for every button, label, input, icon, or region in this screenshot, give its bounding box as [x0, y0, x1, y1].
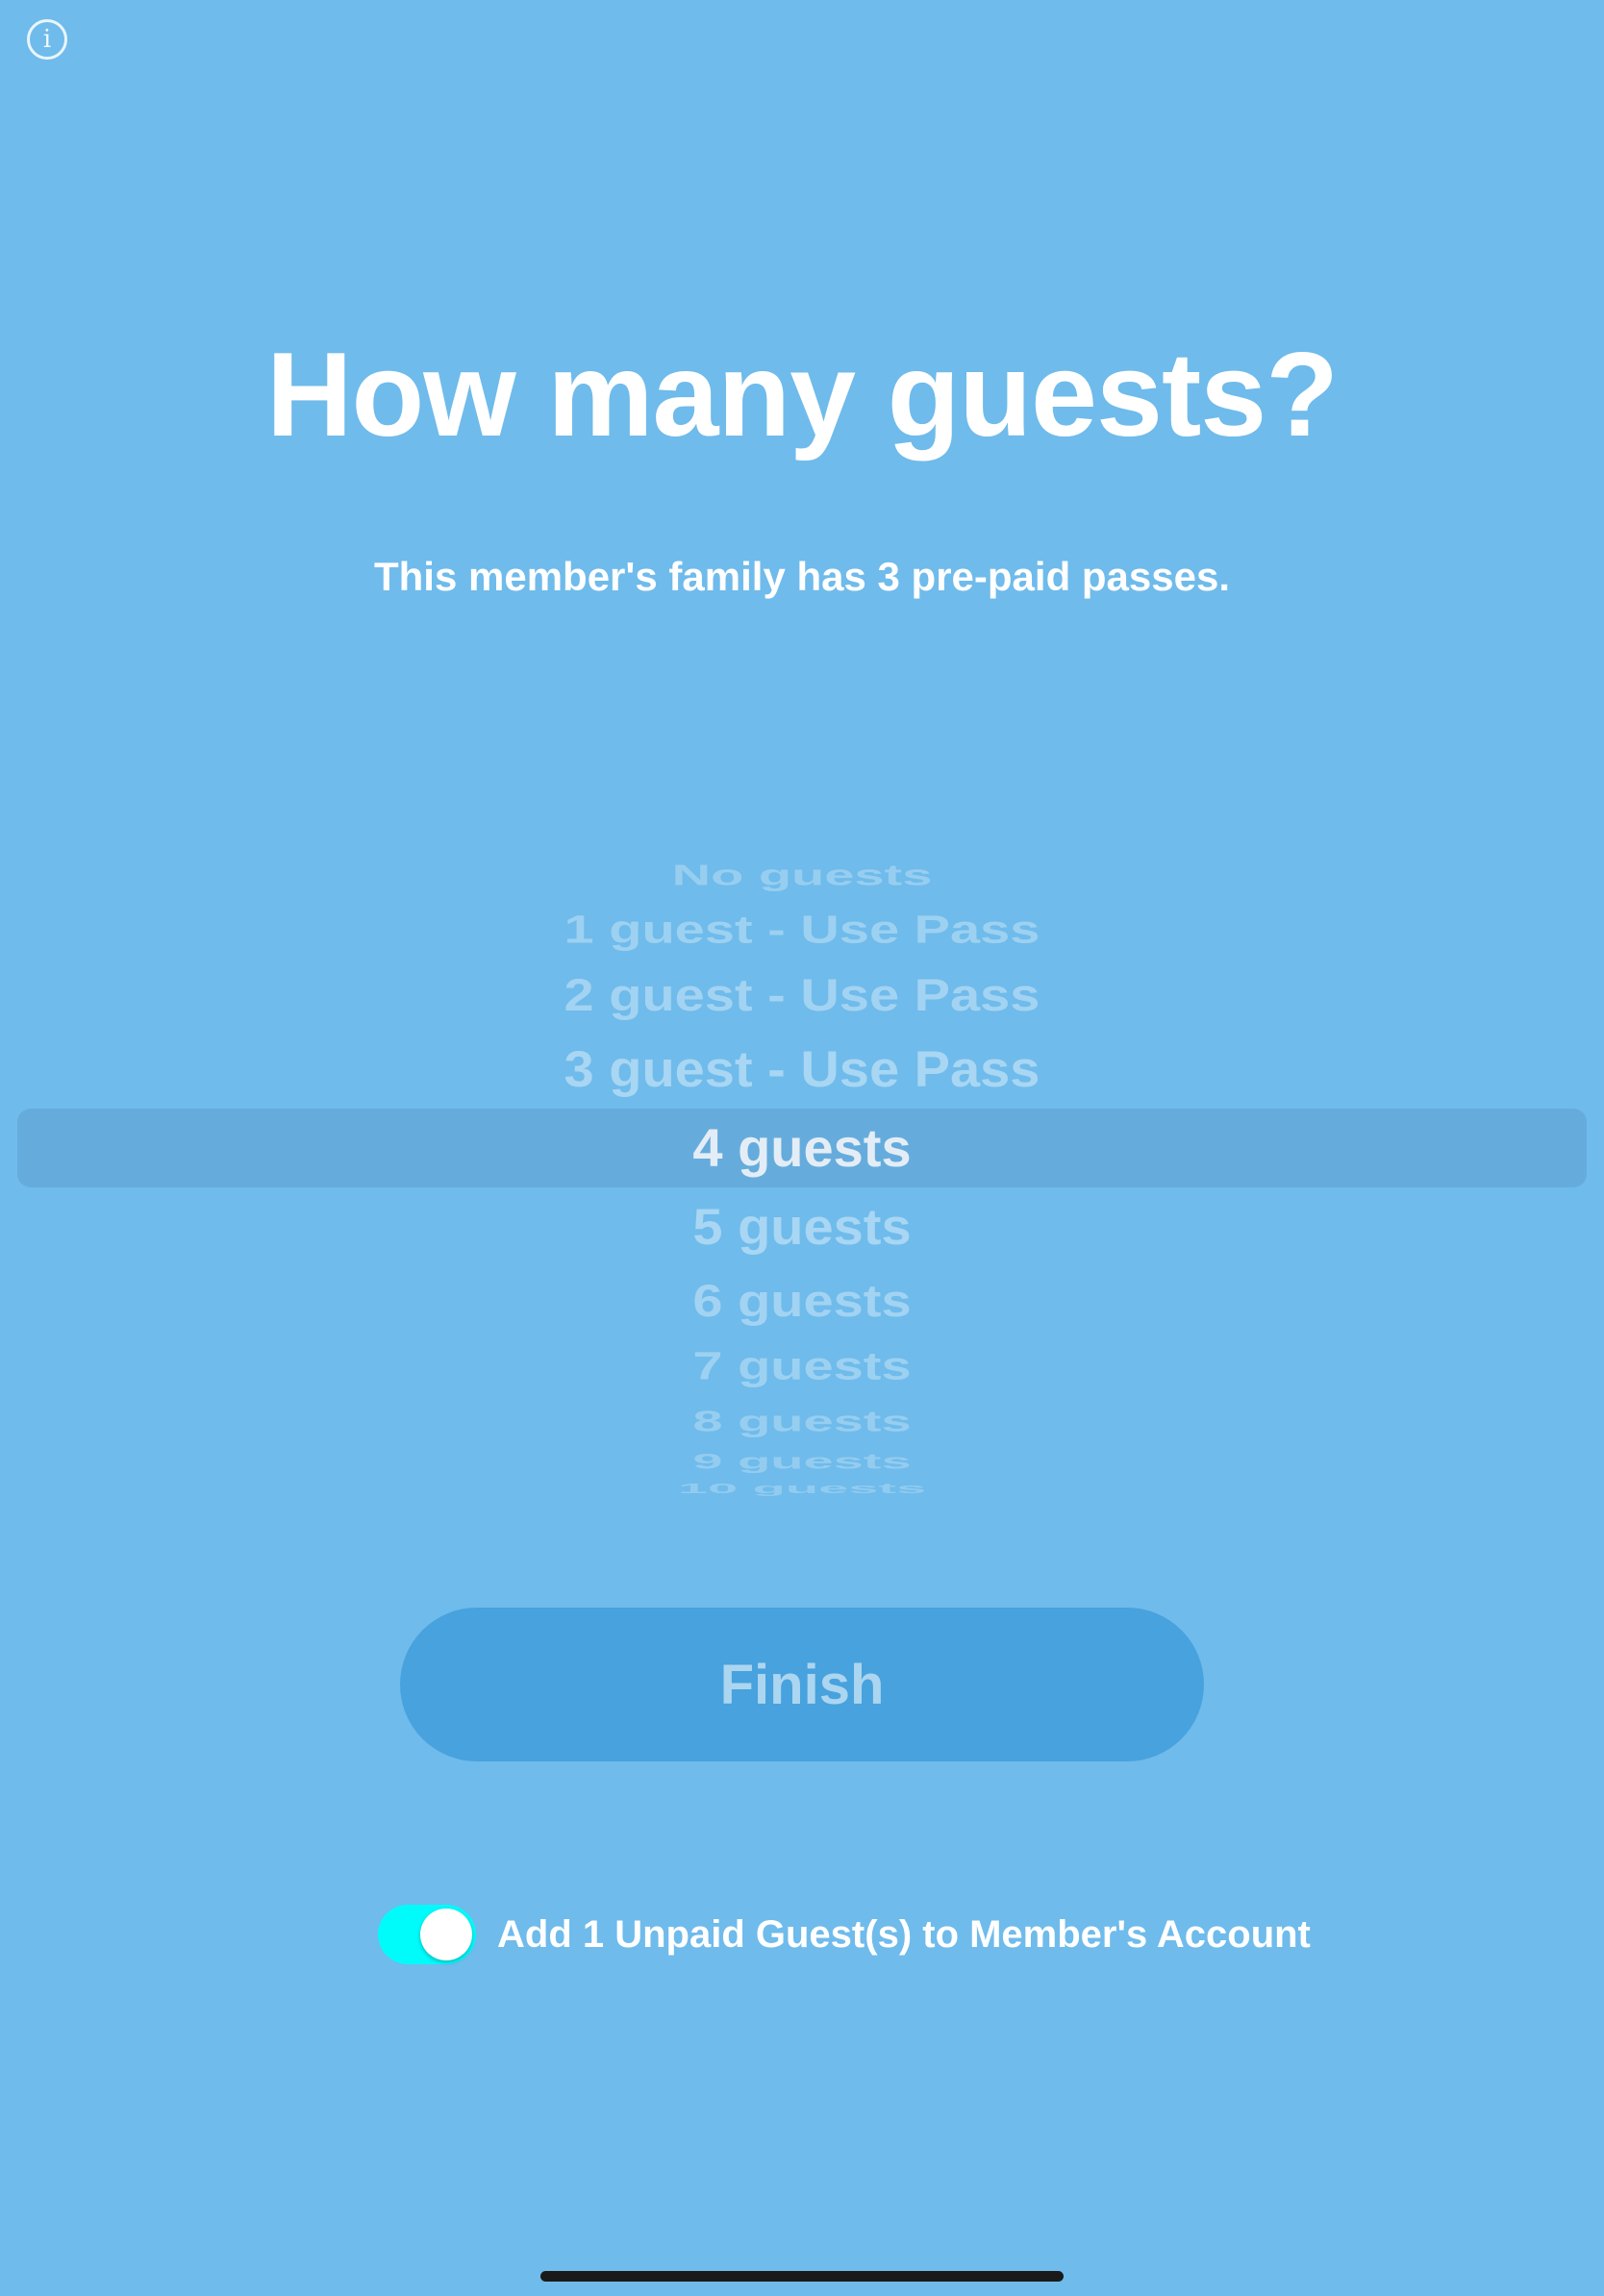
unpaid-guest-toggle-row: Add 1 Unpaid Guest(s) to Member's Accoun… — [378, 1904, 1311, 1965]
home-indicator — [540, 2271, 1064, 2282]
picker-option[interactable]: 1 guest - Use Pass — [0, 910, 1604, 949]
unpaid-guest-toggle[interactable] — [378, 1905, 476, 1964]
picker-option[interactable]: 8 guests — [0, 1406, 1604, 1436]
finish-button[interactable]: Finish — [400, 1608, 1204, 1761]
picker-option[interactable]: 5 guests — [0, 1201, 1604, 1252]
picker-option[interactable]: 9 guests — [0, 1451, 1604, 1472]
picker-option[interactable]: 7 guests — [0, 1346, 1604, 1385]
picker-option[interactable]: 3 guest - Use Pass — [0, 1043, 1604, 1094]
picker-option[interactable]: 6 guests — [0, 1278, 1604, 1324]
picker-option[interactable]: 10 guests — [0, 1482, 1604, 1496]
picker-option[interactable]: 4 guests — [0, 1121, 1604, 1175]
info-icon: i — [42, 25, 52, 54]
prepaid-passes-subtitle: This member's family has 3 pre-paid pass… — [373, 554, 1231, 599]
picker-option[interactable]: 2 guest - Use Pass — [0, 972, 1604, 1018]
info-button[interactable]: i — [27, 19, 67, 60]
toggle-knob — [420, 1909, 472, 1960]
page-title: How many guests? — [266, 329, 1339, 462]
unpaid-guest-toggle-label: Add 1 Unpaid Guest(s) to Member's Accoun… — [497, 1912, 1311, 1956]
guest-count-picker[interactable]: No guests 1 guest - Use Pass 2 guest - Use… — [0, 846, 1604, 1510]
picker-option[interactable]: No guests — [0, 860, 1604, 890]
